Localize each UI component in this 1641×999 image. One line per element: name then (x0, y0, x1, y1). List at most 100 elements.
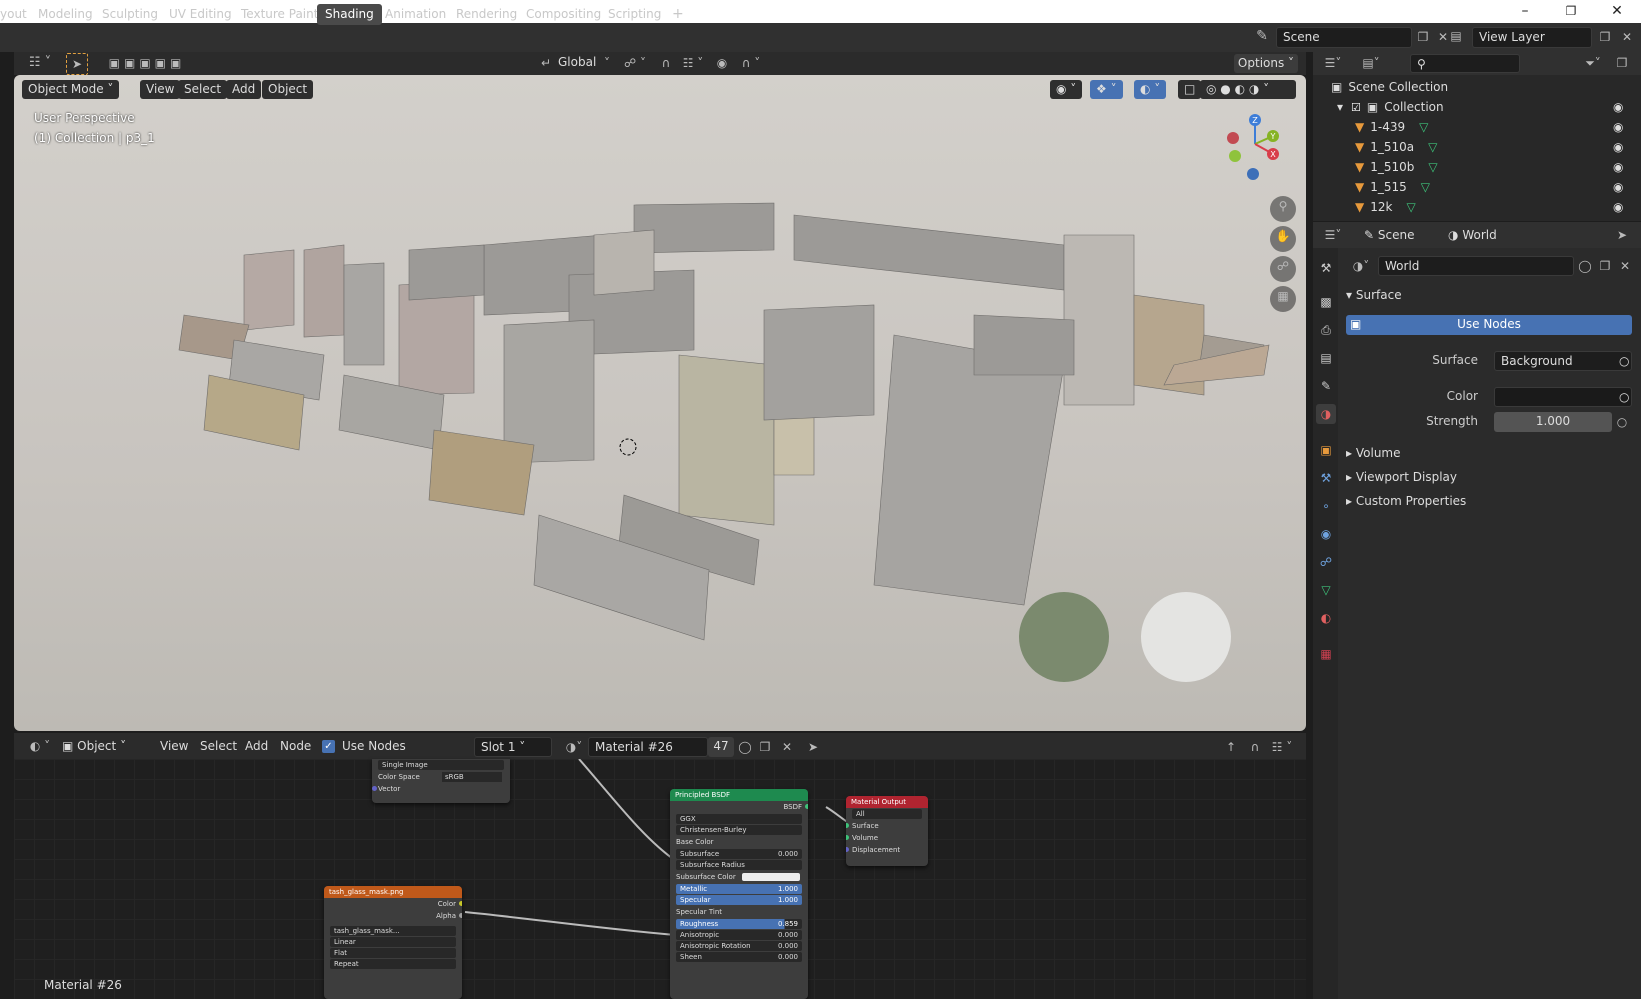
slot-dropdown[interactable]: Slot 1 ˅ (474, 737, 552, 757)
xray-icon[interactable]: □ (1178, 80, 1202, 99)
gizmo-toggle-icon[interactable]: ❖ ˅ (1090, 80, 1123, 99)
output-node-header[interactable]: Material Output (846, 796, 928, 808)
collection-row[interactable]: ▾ ☑ ▣ Collection ◉ (1313, 97, 1641, 117)
physics-tab-icon[interactable]: ◉ (1316, 524, 1336, 544)
close-icon[interactable]: ✕ (1594, 0, 1640, 23)
collapse-icon[interactable]: ▾ (1337, 100, 1343, 114)
interpolation-field[interactable]: Linear (330, 937, 456, 947)
node-editor-canvas[interactable] (14, 759, 1306, 999)
extension-field[interactable]: Repeat (330, 959, 456, 969)
bsdf-node-header[interactable]: Principled BSDF (670, 789, 808, 801)
material-browse-icon[interactable]: ◑˅ (562, 737, 586, 757)
world-tab-icon[interactable]: ◑ (1316, 404, 1336, 424)
menu-view[interactable]: View (140, 80, 181, 99)
image-texture-node-top[interactable]: Single Image Color Space sRGB Vector (372, 759, 510, 803)
overlay-toggle-icon[interactable]: ◐ ˅ (1134, 80, 1167, 99)
roughness-field[interactable]: Roughness 0.859 (676, 919, 802, 929)
tab-animation[interactable]: Animation (377, 4, 454, 25)
ne-menu-node[interactable]: Node (280, 739, 311, 753)
breadcrumb-world[interactable]: ◑ World (1448, 228, 1497, 242)
proportional-edit-icon[interactable]: ◉ (712, 53, 732, 73)
unlink-material-icon[interactable]: ✕ (778, 737, 796, 757)
particles-tab-icon[interactable]: ∘ (1316, 496, 1336, 516)
pin-icon[interactable]: ➤ (804, 737, 822, 757)
eye-icon[interactable]: ◉ (1613, 117, 1623, 137)
material-tab-icon[interactable]: ◐ (1316, 608, 1336, 628)
transform-orientation[interactable]: Global (558, 55, 596, 69)
material-output-node[interactable]: Material Output All Surface Volume Displ… (846, 796, 928, 866)
shading-mode-icons[interactable]: ◎ ● ◐ ◑ ˅ (1200, 80, 1296, 99)
outliner-type-icon[interactable]: ☰˅ (1318, 53, 1348, 73)
modifier-tab-icon[interactable]: ⚒ (1316, 468, 1336, 488)
data-tab-icon[interactable]: ▽ (1316, 580, 1336, 600)
tab-texture-paint[interactable]: Texture Paint (233, 4, 326, 25)
subsurface-method-field[interactable]: Christensen-Burley (676, 825, 802, 835)
scene-field[interactable]: Scene (1276, 27, 1412, 48)
restore-icon[interactable]: ❐ (1548, 0, 1594, 23)
user-count[interactable]: 47 (708, 737, 734, 757)
image-file-field[interactable]: tash_glass_mask... (330, 926, 456, 936)
anisotropic-rotation-field[interactable]: Anisotropic Rotation 0.000 (676, 941, 802, 951)
visibility-icon[interactable]: ◉ ˅ (1050, 80, 1083, 99)
material-name-field[interactable]: Material #26 (588, 737, 708, 757)
new-scene-icon[interactable]: ❐ (1413, 27, 1433, 47)
select-tool-icon[interactable]: ➤ (66, 53, 88, 75)
displacement-input-socket[interactable] (846, 847, 849, 852)
scene-icon[interactable]: ✎ (1250, 26, 1274, 46)
anisotropic-field[interactable]: Anisotropic 0.000 (676, 930, 802, 940)
view-layer-icon[interactable]: ▤ (1444, 26, 1468, 46)
menu-add[interactable]: Add (226, 80, 262, 99)
metallic-field[interactable]: Metallic 1.000 (676, 884, 802, 894)
snap-icon[interactable]: ∩ (656, 53, 676, 73)
collection-checkbox-icon[interactable]: ☑ (1351, 101, 1361, 114)
color-swatch-field[interactable]: ○ (1494, 387, 1632, 407)
world-name-field[interactable]: World (1378, 256, 1574, 276)
outliner-object-row[interactable]: ▼ 1_510a ▽ ◉ (1313, 137, 1641, 157)
subsurface-field[interactable]: Subsurface 0.000 (676, 849, 802, 859)
strength-field[interactable]: 1.000 (1494, 412, 1612, 432)
tab-scripting[interactable]: Scripting (600, 4, 669, 25)
falloff-icon[interactable]: ∩ ˅ (736, 53, 766, 73)
eye-icon[interactable]: ◉ (1613, 157, 1623, 177)
node-editor-type-icon[interactable]: ◐ ˅ (24, 736, 56, 756)
subsurface-color-swatch[interactable] (742, 873, 800, 881)
image-node-header[interactable]: tash_glass_mask.png (324, 886, 462, 898)
custom-properties-panel-header[interactable]: ▸ Custom Properties (1346, 494, 1466, 508)
filter-icon[interactable]: ⏷˅ (1578, 53, 1608, 73)
surface-input-socket[interactable] (846, 823, 849, 828)
options-button[interactable]: Options ˅ (1234, 54, 1298, 73)
grid-icon[interactable]: ▦ (1270, 286, 1296, 312)
eye-icon[interactable]: ◉ (1613, 177, 1623, 197)
snap-target-icon[interactable]: ☷ ˅ (678, 53, 708, 73)
outliner-object-row[interactable]: ▼ 1_515 ▽ ◉ (1313, 177, 1641, 197)
tab-shading[interactable]: Shading (317, 4, 382, 25)
image-texture-node[interactable]: tash_glass_mask.png Color Alpha tash_gla… (324, 886, 462, 999)
mode-dropdown[interactable]: Object Mode ˅ (22, 80, 120, 99)
minimize-icon[interactable]: – (1502, 0, 1548, 23)
volume-panel-header[interactable]: ▸ Volume (1346, 446, 1401, 460)
use-nodes-button[interactable]: ▣ Use Nodes (1346, 315, 1632, 335)
outliner-object-row[interactable]: ▼ 12k ▽ ◉ (1313, 197, 1641, 217)
viewport-display-panel-header[interactable]: ▸ Viewport Display (1346, 470, 1457, 484)
image-source-field[interactable]: Single Image (378, 760, 504, 770)
fake-user-icon[interactable]: ◯ (1576, 256, 1594, 276)
editor-type-icon[interactable]: ☷ ˅ (22, 53, 58, 73)
tab-uv-editing[interactable]: UV Editing (161, 4, 240, 25)
view-layer-tab-icon[interactable]: ▤ (1316, 348, 1336, 368)
object-type-dropdown[interactable]: ▣ Object ˅ (62, 739, 126, 753)
world-browse-icon[interactable]: ◑˅ (1346, 256, 1376, 276)
duplicate-material-icon[interactable]: ❐ (756, 737, 774, 757)
eye-icon[interactable]: ◉ (1613, 97, 1623, 117)
fake-user-icon[interactable]: ◯ (736, 737, 754, 757)
tab-modeling[interactable]: Modeling (30, 4, 101, 25)
outliner-object-row[interactable]: ▼ 1-439 ▽ ◉ (1313, 117, 1641, 137)
link-icon[interactable]: ○ (1612, 412, 1632, 432)
surface-shader-field[interactable]: Background ○ (1494, 351, 1632, 371)
select-mode-icons[interactable]: ▣▣▣▣▣ (104, 53, 190, 73)
output-target-field[interactable]: All (852, 809, 922, 819)
display-mode-icon[interactable]: ▤˅ (1356, 53, 1386, 73)
render-tab-icon[interactable]: ▩ (1316, 292, 1336, 312)
breadcrumb-scene[interactable]: ✎ Scene (1364, 228, 1414, 242)
surface-panel-header[interactable]: ▾ Surface (1346, 288, 1402, 302)
ne-menu-select[interactable]: Select (200, 739, 237, 753)
